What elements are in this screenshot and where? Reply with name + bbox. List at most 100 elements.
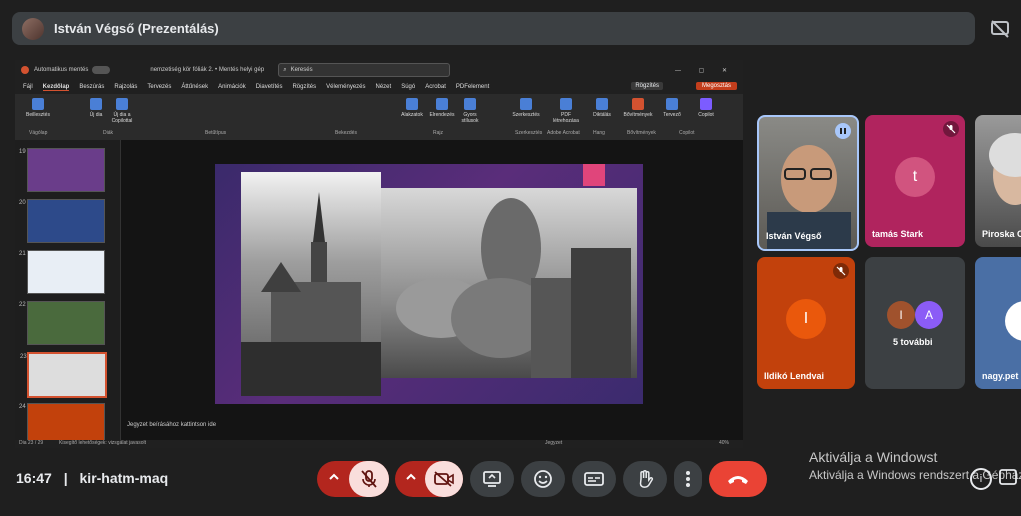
participant-name: tamás Stark <box>872 229 924 239</box>
ppt-menu-item[interactable]: Acrobat <box>425 84 446 90</box>
ribbon-group-label: Hang <box>593 130 605 136</box>
explosion-photo <box>381 188 637 378</box>
info-icon[interactable]: i <box>970 468 992 490</box>
ribbon-button[interactable]: Diktálás <box>587 98 617 118</box>
status-zoom[interactable]: 40% <box>719 440 729 446</box>
stop-presenting-icon[interactable] <box>985 12 1015 45</box>
ppt-menu-item[interactable]: Véleményezés <box>326 84 365 90</box>
status-notes[interactable]: Jegyzet <box>545 440 562 446</box>
captions-icon <box>584 472 604 486</box>
camera-options-chevron-icon[interactable] <box>404 470 418 489</box>
more-avatar-1: I <box>887 301 915 329</box>
slide-thumbnail[interactable]: 20 <box>19 199 105 243</box>
slide-number: 23 <box>20 354 27 360</box>
ribbon-button[interactable]: Bővítmények <box>623 98 653 118</box>
ribbon-button[interactable]: Gyors stílusok <box>455 98 485 124</box>
mic-off-icon <box>361 470 377 488</box>
file-name: nemzetiség kör fóliák 2. • Mentés helyi … <box>150 67 265 73</box>
ribbon-button-icon <box>116 98 128 110</box>
record-button[interactable]: Rögzítés <box>631 82 663 90</box>
ppt-menu-item[interactable]: Rajzolás <box>114 84 137 90</box>
slide-thumbnail[interactable]: 23 <box>20 352 107 398</box>
more-options-button[interactable] <box>674 461 702 497</box>
piroska-video-feed <box>989 133 1021 205</box>
ppt-menu-item[interactable]: Rögzítés <box>292 84 316 90</box>
hand-icon <box>639 470 654 488</box>
people-icon[interactable] <box>998 466 1020 493</box>
ppt-menu-item[interactable]: Kezdőlap <box>42 84 70 91</box>
ribbon-button[interactable]: Elrendezés <box>427 98 457 118</box>
mic-off-button[interactable] <box>349 461 389 497</box>
autosave-label: Automatikus mentés <box>34 67 89 73</box>
camera-off-button[interactable] <box>425 461 463 497</box>
participant-avatar: t <box>895 157 935 197</box>
slide-thumbnail[interactable]: 22 <box>19 301 105 345</box>
present-screen-icon <box>483 471 501 487</box>
ribbon-button[interactable]: Beillesztés <box>23 98 53 118</box>
ribbon-button[interactable]: Új dia a Copilottal <box>107 98 137 124</box>
participant-tile-piroska[interactable]: Piroska C <box>975 115 1021 247</box>
status-accessibility[interactable]: Kisegítő lehetőségek: vizsgálat javasolt <box>59 440 146 446</box>
reactions-button[interactable] <box>521 461 565 497</box>
participant-tile-istvan[interactable]: István Végső <box>757 115 859 251</box>
ribbon-button-icon <box>90 98 102 110</box>
leave-call-button[interactable] <box>709 461 767 497</box>
ppt-menu-item[interactable]: Animációk <box>218 84 246 90</box>
participant-tile-tamas[interactable]: t tamás Stark <box>865 115 965 247</box>
notes-placeholder: Jegyzet beírásához kattintson ide <box>127 422 217 428</box>
autosave-toggle[interactable] <box>92 66 111 74</box>
ribbon-button[interactable]: Szerkesztés <box>511 98 541 118</box>
participant-tile-nagy[interactable]: nagy.pet <box>975 257 1021 389</box>
notes-area[interactable]: Jegyzet beírásához kattintson ide <box>15 420 743 434</box>
ribbon-button[interactable]: Alakzatok <box>397 98 427 118</box>
ppt-titlebar: Automatikus mentés nemzetiség kör fóliák… <box>15 60 743 80</box>
slide-thumbnail-pane[interactable]: 19 20 21 22 23 24 <box>15 140 121 447</box>
camera-off-icon <box>434 471 454 487</box>
ribbon-group-label: Vágólap <box>29 130 48 136</box>
ribbon-button-icon <box>666 98 678 110</box>
ppt-search-box[interactable]: ⌕ Keresés <box>278 63 451 77</box>
more-participants-tile[interactable]: I A 5 további <box>865 257 965 389</box>
status-slide-count: Dia 23 / 29 <box>19 440 44 446</box>
more-avatar-2: A <box>915 301 943 329</box>
ribbon-button[interactable]: PDF létrehozása <box>551 98 581 124</box>
ribbon-group-label: Adobe Acrobat <box>547 130 580 136</box>
more-count-label: 5 további <box>893 337 933 347</box>
ppt-menu-item[interactable]: Nézet <box>376 84 392 90</box>
clock: 16:47 <box>16 470 52 486</box>
ribbon-group-label: Betűtípus <box>205 130 227 136</box>
ribbon-button[interactable]: Copilot <box>691 98 721 118</box>
slide-thumbnail[interactable]: 21 <box>19 250 105 294</box>
window-controls[interactable]: — ▢ ✕ <box>675 67 735 74</box>
ribbon-button-icon <box>632 98 644 110</box>
slide-number: 20 <box>19 200 26 206</box>
ppt-menu-item[interactable]: Diavetítés <box>256 84 283 90</box>
slide-thumbnail[interactable]: 19 <box>19 148 105 192</box>
ribbon-group-label: Szerkesztés <box>515 130 543 136</box>
ribbon-button-label: Alakzatok <box>401 112 423 118</box>
ribbon-button-label: Elrendezés <box>429 112 455 118</box>
slide-number: 24 <box>19 404 26 410</box>
end-call-icon <box>728 476 748 484</box>
ribbon-button-icon <box>520 98 532 110</box>
current-slide[interactable] <box>215 164 643 404</box>
present-screen-button[interactable] <box>470 461 514 497</box>
ppt-menu-item[interactable]: Fájl <box>23 84 33 90</box>
ribbon-button-label: Copilot <box>698 112 714 118</box>
ppt-menu-item[interactable]: PDFelement <box>456 84 489 90</box>
raise-hand-button[interactable] <box>623 461 667 497</box>
participant-name: nagy.pet <box>982 371 1019 381</box>
ribbon-button[interactable]: Tervező <box>657 98 687 118</box>
ppt-menu-item[interactable]: Tervezés <box>147 84 171 90</box>
participant-avatar-image <box>1005 301 1021 341</box>
participant-name: Ildikó Lendvai <box>764 371 825 381</box>
share-button[interactable]: Megosztás <box>695 82 737 90</box>
mic-options-chevron-icon[interactable] <box>327 470 341 489</box>
captions-button[interactable] <box>572 461 616 497</box>
participant-tile-ildiko[interactable]: I Ildikó Lendvai <box>757 257 855 389</box>
ppt-menu-item[interactable]: Beszúrás <box>79 84 104 90</box>
ribbon-group-label: Bővítmények <box>627 130 656 136</box>
ppt-menu-item[interactable]: Áttűnések <box>181 84 208 90</box>
ribbon-button-label: Gyors stílusok <box>461 112 479 124</box>
ppt-menu-item[interactable]: Súgó <box>401 84 415 90</box>
